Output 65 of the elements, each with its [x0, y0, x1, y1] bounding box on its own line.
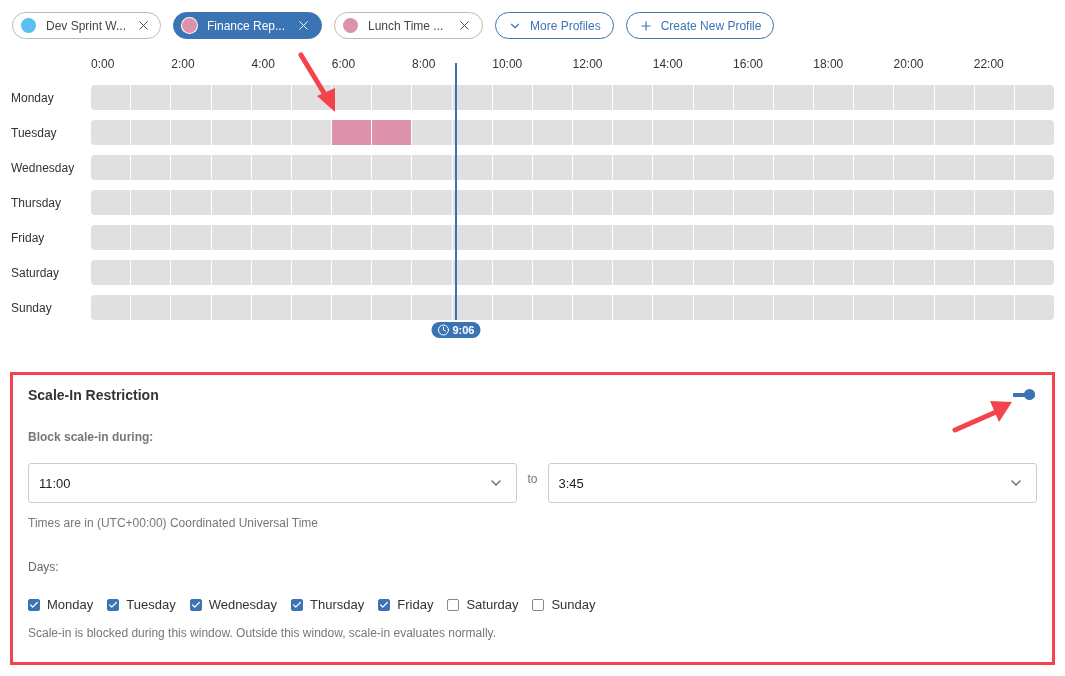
hour-slot[interactable] — [332, 85, 372, 110]
hour-label: 4:00 — [251, 57, 276, 73]
profile-tab[interactable]: Finance Rep... — [173, 12, 322, 39]
hour-label: 2:00 — [171, 57, 196, 73]
day-option-label: Sunday — [551, 597, 596, 612]
day-checkbox[interactable] — [107, 598, 120, 611]
days-label: Days: — [28, 560, 60, 574]
hour-slot[interactable] — [452, 85, 492, 110]
day-checkbox[interactable] — [28, 598, 40, 611]
day-checkbox[interactable] — [291, 598, 304, 611]
create-profile-button[interactable]: Create New Profile — [625, 12, 775, 39]
plus-icon — [638, 18, 653, 33]
scheduled-slot[interactable] — [332, 120, 372, 145]
hour-label: 22:00 — [973, 57, 1005, 73]
day-checkbox[interactable] — [378, 598, 391, 611]
day-checkbox[interactable] — [189, 598, 202, 611]
profile-tab[interactable]: Dev Sprint W... — [12, 12, 161, 39]
day-label: Saturday — [11, 265, 61, 280]
hour-label: 0:00 — [91, 57, 116, 73]
day-label: Sunday — [11, 300, 53, 315]
day-option-label: Monday — [47, 597, 94, 612]
day-option-label: Friday — [397, 597, 434, 612]
day-label: Wednesday — [11, 160, 76, 175]
start-time-select[interactable]: 11:00 — [28, 463, 518, 503]
day-label: Thursday — [11, 195, 63, 210]
to-label: to — [527, 472, 538, 486]
profile-name: Lunch Time ... — [368, 18, 445, 33]
close-icon[interactable] — [296, 18, 311, 33]
hour-slot[interactable] — [452, 120, 492, 145]
day-option-label: Thursday — [310, 597, 365, 612]
hour-label: 18:00 — [813, 57, 845, 73]
block-label: Block scale-in during: — [28, 430, 155, 444]
day-checkbox[interactable] — [532, 598, 545, 611]
hour-label: 12:00 — [572, 57, 604, 73]
day-label: Monday — [11, 90, 55, 105]
day-label: Tuesday — [11, 125, 58, 140]
enable-toggle[interactable] — [1013, 389, 1035, 401]
hour-slot[interactable] — [452, 190, 492, 215]
footnote: Scale-in is blocked during this window. Outside this window, scale-in evaluates normally. — [28, 626, 497, 640]
hour-label: 8:00 — [412, 57, 437, 73]
profile-tab[interactable]: Lunch Time ... — [334, 12, 483, 39]
hour-label: 16:00 — [733, 57, 765, 73]
profile-name: Finance Rep... — [207, 18, 286, 33]
scheduled-slot[interactable] — [372, 120, 412, 145]
hour-slot[interactable] — [452, 155, 492, 180]
end-time-select[interactable]: 3:45 — [547, 463, 1037, 503]
profile-name: Dev Sprint W... — [46, 18, 127, 33]
panel-title: Scale-In Restriction — [28, 387, 159, 403]
more-profiles-button[interactable]: More Profiles — [495, 12, 614, 39]
timezone-note: Times are in (UTC+00:00) Coordinated Universal Time — [28, 516, 319, 530]
clock-icon — [437, 324, 450, 336]
hour-slot[interactable] — [452, 295, 492, 320]
hour-label: 14:00 — [652, 57, 684, 73]
day-label: Friday — [11, 230, 46, 245]
day-option-label: Wednesday — [208, 597, 278, 612]
day-option-label: Tuesday — [126, 597, 176, 612]
hour-label: 20:00 — [893, 57, 925, 73]
day-checkbox[interactable] — [447, 598, 460, 611]
hour-label: 10:00 — [492, 57, 524, 73]
hour-slot[interactable] — [452, 260, 492, 285]
hour-slot[interactable] — [452, 225, 492, 250]
day-option-label: Saturday — [466, 597, 519, 612]
hour-label: 6:00 — [331, 57, 357, 73]
current-time: 9:06 — [452, 324, 475, 336]
close-icon[interactable] — [457, 18, 472, 33]
